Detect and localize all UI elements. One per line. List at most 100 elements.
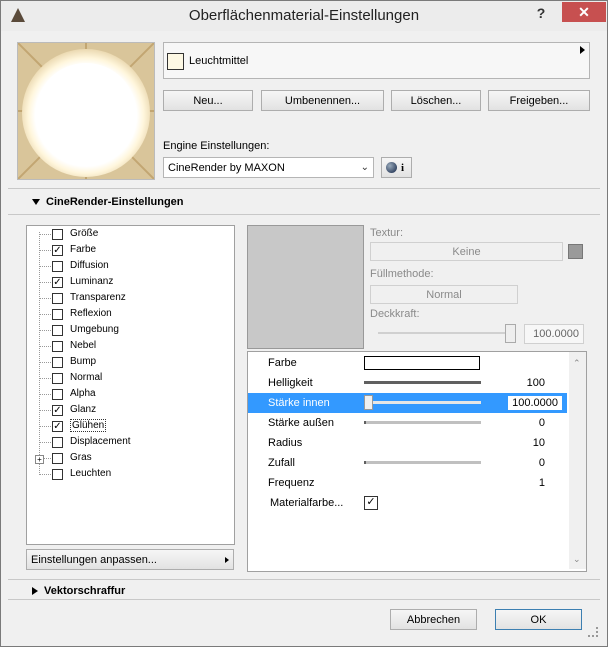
param-value[interactable]: 10: [533, 437, 545, 449]
channel-checkbox[interactable]: [52, 261, 63, 272]
channel-item[interactable]: ✓ Glühen: [27, 419, 232, 435]
channel-item[interactable]: ✓ Glanz: [27, 403, 232, 419]
channel-checkbox[interactable]: [52, 309, 63, 320]
channel-item[interactable]: Displacement: [27, 435, 232, 451]
param-row[interactable]: Stärke innen 100.0000: [248, 393, 567, 413]
ok-button[interactable]: OK: [495, 609, 582, 630]
channel-item[interactable]: Umgebung: [27, 323, 232, 339]
material-color-checkbox[interactable]: ✓: [364, 496, 378, 510]
expand-plus-icon[interactable]: +: [35, 455, 44, 464]
vector-section-header[interactable]: Vektorschraffur: [32, 585, 125, 597]
param-row[interactable]: Materialfarbe... ✓: [248, 493, 567, 513]
cinerender-section-header[interactable]: CineRender-Einstellungen: [32, 196, 184, 208]
channel-checkbox[interactable]: ✓: [52, 405, 63, 416]
param-label: Frequenz: [268, 477, 315, 489]
expand-triangle-icon: [32, 587, 38, 596]
param-row[interactable]: Frequenz 1: [248, 473, 567, 493]
vector-section-title: Vektorschraffur: [44, 585, 126, 597]
param-row[interactable]: Farbe: [248, 353, 567, 373]
param-slider-fill: [364, 461, 366, 464]
material-color-swatch: [167, 53, 184, 70]
channel-checkbox[interactable]: [52, 469, 63, 480]
title-bar[interactable]: Oberflächenmaterial-Einstellungen ? ✕: [1, 1, 607, 31]
param-label: Zufall: [268, 457, 295, 469]
param-label: Stärke innen: [268, 397, 330, 409]
channel-item[interactable]: Gras +: [27, 451, 232, 467]
channel-checkbox[interactable]: ✓: [52, 421, 63, 432]
channel-label: Displacement: [70, 436, 131, 447]
channel-checkbox[interactable]: [52, 325, 63, 336]
channel-checkbox[interactable]: [52, 389, 63, 400]
channel-label: Glanz: [70, 404, 97, 415]
param-slider[interactable]: [364, 421, 481, 424]
channel-item[interactable]: Alpha: [27, 387, 232, 403]
channel-item[interactable]: Größe: [27, 227, 232, 243]
channel-item[interactable]: ✓ Farbe: [27, 243, 232, 259]
engine-info-button[interactable]: i: [381, 157, 412, 178]
expand-arrow-icon[interactable]: [580, 46, 585, 54]
help-button[interactable]: ?: [531, 5, 551, 23]
param-label: Materialfarbe...: [270, 497, 344, 509]
opacity-label: Deckkraft:: [370, 308, 420, 320]
channel-checkbox[interactable]: [52, 357, 63, 368]
new-button[interactable]: Neu...: [163, 90, 253, 111]
param-slider[interactable]: [364, 461, 481, 464]
param-value[interactable]: 0: [539, 457, 545, 469]
close-button[interactable]: ✕: [562, 2, 606, 22]
channel-checkbox[interactable]: [52, 341, 63, 352]
channel-checkbox[interactable]: [52, 373, 63, 384]
share-button[interactable]: Freigeben...: [488, 90, 590, 111]
delete-button[interactable]: Löschen...: [391, 90, 481, 111]
param-row[interactable]: Helligkeit 100: [248, 373, 567, 393]
rename-button[interactable]: Umbenennen...: [261, 90, 384, 111]
param-row[interactable]: Stärke außen 0: [248, 413, 567, 433]
opacity-slider-thumb: [505, 324, 516, 343]
channel-item[interactable]: Nebel: [27, 339, 232, 355]
channel-label: Transparenz: [70, 292, 126, 303]
glow-parameters-panel[interactable]: ⌃ ⌄ Farbe Helligkeit 100 Stärke innen 100.00…: [247, 351, 587, 572]
param-value[interactable]: 100: [527, 377, 545, 389]
adjust-settings-button[interactable]: Einstellungen anpassen...: [26, 549, 234, 570]
channel-checkbox[interactable]: [52, 453, 63, 464]
channel-item[interactable]: Diffusion: [27, 259, 232, 275]
texture-preview[interactable]: [247, 225, 364, 349]
channel-label: Normal: [70, 372, 103, 383]
texture-folder-icon[interactable]: [568, 244, 583, 259]
channel-item[interactable]: Transparenz: [27, 291, 232, 307]
channel-checkbox[interactable]: [52, 437, 63, 448]
channel-item[interactable]: ✓ Luminanz: [27, 275, 232, 291]
glow-color-swatch[interactable]: [364, 356, 480, 370]
tree-connector: [39, 442, 51, 443]
material-name-panel[interactable]: Leuchtmittel: [163, 42, 590, 79]
channel-checkbox[interactable]: ✓: [52, 245, 63, 256]
param-row[interactable]: Zufall 0: [248, 453, 567, 473]
channel-checkbox[interactable]: ✓: [52, 277, 63, 288]
param-row[interactable]: Radius 10: [248, 433, 567, 453]
channel-item[interactable]: Leuchten: [27, 467, 232, 483]
channel-item[interactable]: Normal: [27, 371, 232, 387]
param-label: Radius: [268, 437, 303, 449]
resize-grip-icon[interactable]: [588, 627, 598, 637]
channel-item[interactable]: Reflexion: [27, 307, 232, 323]
channel-checkbox[interactable]: [52, 229, 63, 240]
param-value[interactable]: 1: [539, 477, 545, 489]
params-scrollbar[interactable]: ⌃ ⌄: [569, 352, 586, 569]
param-label: Farbe: [268, 357, 297, 369]
param-value[interactable]: 0: [539, 417, 545, 429]
tree-connector: [39, 314, 51, 315]
channel-label: Nebel: [70, 340, 97, 351]
channel-checkbox[interactable]: [52, 293, 63, 304]
param-value[interactable]: 100.0000: [507, 395, 563, 411]
cancel-button[interactable]: Abbrechen: [390, 609, 477, 630]
engine-select[interactable]: CineRender by MAXON ⌄: [163, 157, 374, 178]
scroll-down-icon[interactable]: ⌄: [573, 554, 581, 565]
channel-item[interactable]: Bump: [27, 355, 232, 371]
param-slider[interactable]: [364, 381, 481, 384]
param-slider[interactable]: [364, 395, 481, 410]
chevron-down-icon: ⌄: [360, 162, 369, 173]
channel-label: Farbe: [70, 244, 97, 255]
fill-method-label: Füllmethode:: [370, 268, 434, 280]
scroll-up-icon[interactable]: ⌃: [573, 358, 581, 369]
channels-tree[interactable]: Größe ✓ Farbe Diffusion ✓ Luminanz Transparenz…: [26, 225, 235, 545]
param-slider-thumb[interactable]: [364, 395, 373, 410]
